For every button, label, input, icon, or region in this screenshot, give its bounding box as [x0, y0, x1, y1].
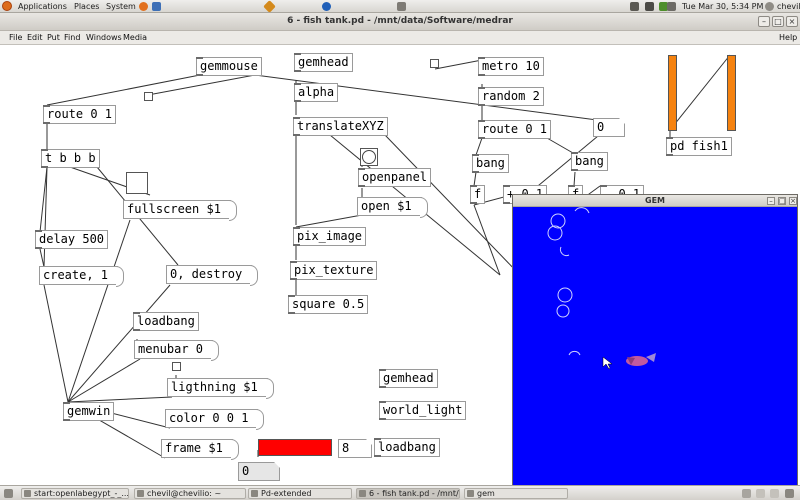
user-icon: [765, 2, 774, 11]
maximize-button[interactable]: □: [772, 16, 784, 27]
menu-file[interactable]: File: [9, 33, 22, 42]
gemhead-object[interactable]: gemhead: [294, 53, 353, 72]
bang-circle-icon: [362, 150, 376, 164]
gemhead-object-b[interactable]: gemhead: [379, 369, 438, 388]
trash-icon[interactable]: [785, 489, 794, 498]
toggle-lighting[interactable]: [172, 362, 181, 371]
signal-icon[interactable]: [645, 2, 654, 11]
menubar-message[interactable]: menubar 0: [134, 340, 220, 361]
metro-object[interactable]: metro 10: [478, 57, 544, 76]
network-icon[interactable]: [397, 2, 406, 11]
toggle-fullscreen[interactable]: [126, 172, 148, 194]
pd-icon[interactable]: [322, 2, 331, 11]
bottom-taskbar: start:openlabegypt_-_... chevil@chevilio…: [0, 485, 800, 500]
bang-object-a[interactable]: bang: [472, 154, 509, 173]
create-message[interactable]: create, 1: [39, 266, 125, 287]
menu-edit[interactable]: Edit: [27, 33, 43, 42]
route-object-b[interactable]: route 0 1: [478, 120, 552, 139]
menu-find[interactable]: Find: [64, 33, 80, 42]
places-menu[interactable]: Places: [74, 1, 99, 12]
task-pd-extended[interactable]: Pd-extended: [248, 488, 352, 499]
toggle-metro[interactable]: [430, 59, 439, 68]
bang-openpanel[interactable]: [360, 148, 378, 166]
help-icon[interactable]: [152, 2, 161, 11]
gem-minimize-button[interactable]: –: [767, 197, 775, 205]
workspace-2-icon[interactable]: [756, 489, 765, 498]
pix-image-object[interactable]: pix_image: [293, 227, 367, 246]
gem-window[interactable]: GEM – □ ×: [512, 194, 798, 486]
top-panel: Applications Places System Tue Mar 30, 5…: [0, 0, 800, 13]
gemwin-object[interactable]: gemwin: [62, 402, 115, 421]
menu-put[interactable]: Put: [47, 33, 60, 42]
random-object[interactable]: random 2: [478, 87, 544, 106]
task-terminal[interactable]: chevil@chevilio: ~: [134, 488, 246, 499]
frame-message[interactable]: frame $1: [161, 439, 239, 460]
clock[interactable]: Tue Mar 30, 5:34 PM: [682, 1, 763, 12]
loadbang-object-a[interactable]: loadbang: [133, 312, 199, 331]
loadbang-object-b[interactable]: loadbang: [374, 438, 440, 457]
translateXYZ-object[interactable]: translateXYZ: [293, 117, 388, 136]
show-desktop-icon[interactable]: [4, 489, 13, 498]
pd-fish1-object[interactable]: pd fish1: [666, 137, 732, 156]
task-fish-tank[interactable]: 6 - fish tank.pd - /mnt/...: [356, 488, 460, 499]
float-object-a[interactable]: f: [470, 185, 486, 204]
window-title: 6 - fish tank.pd - /mnt/data/Software/me…: [287, 16, 513, 26]
open-message[interactable]: open $1: [357, 197, 428, 218]
desktop: Applications Places System Tue Mar 30, 5…: [0, 0, 800, 500]
workspace-1-icon[interactable]: [742, 489, 751, 498]
gem-titlebar[interactable]: GEM – □ ×: [513, 195, 797, 207]
menu-bar: File Edit Put Find Windows Media Help: [0, 31, 800, 45]
task-gem[interactable]: gem: [464, 488, 568, 499]
tools-icon[interactable]: [263, 0, 276, 13]
close-button[interactable]: ×: [786, 16, 798, 27]
alpha-object[interactable]: alpha: [294, 83, 339, 102]
ubuntu-logo-icon[interactable]: [2, 1, 12, 11]
pix-texture-object[interactable]: pix_texture: [290, 261, 378, 280]
world-light-object[interactable]: world_light: [379, 401, 467, 420]
keyboard-icon[interactable]: [630, 2, 639, 11]
workspace-3-icon[interactable]: [770, 489, 779, 498]
number-box-8[interactable]: 8: [338, 439, 372, 458]
vslider-b[interactable]: [727, 55, 736, 131]
user-name[interactable]: chevil: [777, 1, 800, 12]
square-object[interactable]: square 0.5: [288, 295, 369, 314]
lighting-message[interactable]: ligthning $1: [167, 378, 274, 399]
gem-maximize-button[interactable]: □: [778, 197, 786, 205]
hslider-frame[interactable]: [258, 439, 332, 456]
applications-menu[interactable]: Applications: [18, 1, 67, 12]
openpanel-object[interactable]: openpanel: [358, 168, 432, 187]
window-titlebar[interactable]: 6 - fish tank.pd - /mnt/data/Software/me…: [0, 13, 800, 31]
menu-media[interactable]: Media: [123, 33, 147, 42]
toggle-gemmouse[interactable]: [144, 92, 153, 101]
number-box-a[interactable]: 0: [593, 118, 625, 137]
gem-close-button[interactable]: ×: [789, 197, 797, 205]
gemmouse-object[interactable]: gemmouse: [196, 57, 262, 76]
destroy-message[interactable]: 0, destroy: [166, 265, 259, 286]
delay-object[interactable]: delay 500: [35, 230, 109, 249]
fullscreen-message[interactable]: fullscreen $1: [123, 200, 237, 221]
gem-render-scene: [513, 207, 797, 485]
trigger-object[interactable]: t b b b: [41, 149, 100, 168]
color-message[interactable]: color 0 0 1: [165, 409, 266, 430]
system-menu[interactable]: System: [106, 1, 136, 12]
firefox-icon[interactable]: [139, 2, 148, 11]
task-browser[interactable]: start:openlabegypt_-_...: [21, 488, 129, 499]
number-box-bottom[interactable]: 0: [238, 462, 280, 481]
menu-help[interactable]: Help: [779, 33, 797, 42]
menu-windows[interactable]: Windows: [86, 33, 122, 42]
bang-object-b[interactable]: bang: [571, 152, 608, 171]
gem-title: GEM: [645, 196, 665, 205]
minimize-button[interactable]: –: [758, 16, 770, 27]
volume-icon[interactable]: [667, 2, 676, 11]
vslider-a[interactable]: [668, 55, 677, 131]
route-object-a[interactable]: route 0 1: [43, 105, 117, 124]
